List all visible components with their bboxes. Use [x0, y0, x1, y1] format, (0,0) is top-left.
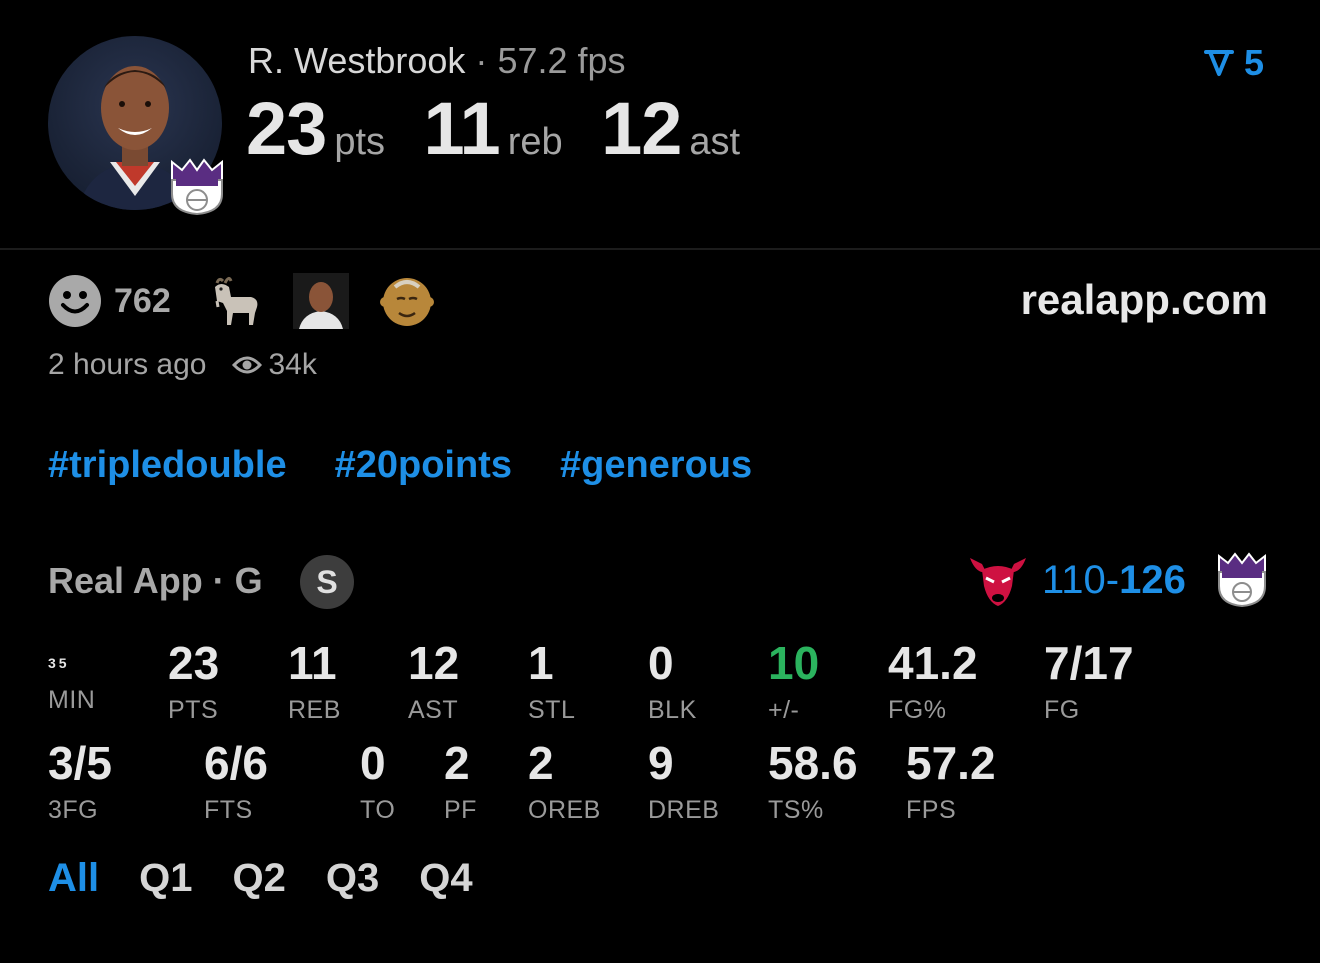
stat-fg-pct-label: FG%	[888, 696, 947, 724]
stat-oreb-label: OREB	[528, 796, 601, 824]
tab-all[interactable]: All	[48, 856, 99, 901]
stat-plus-minus-value: 10	[768, 637, 820, 689]
stat-reb-label: REB	[288, 696, 341, 724]
stat-ts-pct: 58.6 TS%	[768, 740, 858, 825]
quarter-tabs: All Q1 Q2 Q3 Q4	[48, 856, 473, 901]
chicago-bulls-logo	[970, 558, 1026, 606]
tab-q4[interactable]: Q4	[419, 856, 472, 901]
site-link[interactable]: realapp.com	[1021, 276, 1268, 324]
stat-pf: 2 PF	[444, 740, 477, 825]
tab-q3[interactable]: Q3	[326, 856, 379, 901]
stat-pts-label: PTS	[168, 696, 219, 724]
stat-pts-value: 23	[168, 637, 220, 689]
headline-reb-value: 11	[423, 87, 500, 170]
stat-fps-value: 57.2	[906, 737, 996, 789]
post-meta: 2 hours ago 34k	[48, 348, 317, 382]
stat-blk: 0 BLK	[648, 640, 697, 725]
score-dash: -	[1105, 558, 1120, 602]
post-time: 2 hours ago	[48, 348, 207, 381]
headline-pts-value: 23	[246, 87, 327, 170]
stat-pf-label: PF	[444, 796, 477, 824]
stat-pts: 23 PTS	[168, 640, 219, 725]
player-name[interactable]: R. Westbrook	[248, 40, 465, 81]
stat-fts: 6/6 FTS	[204, 740, 268, 825]
stat-to-label: TO	[360, 796, 396, 824]
stat-to: 0 TO	[360, 740, 395, 825]
source-badge[interactable]: S	[300, 555, 354, 609]
old-man-emoji[interactable]	[379, 273, 435, 329]
hashtag-generous[interactable]: #generous	[560, 444, 752, 487]
headline-pts-unit: pts	[334, 121, 386, 163]
stat-ts-pct-label: TS%	[768, 796, 824, 824]
player-fps: 57.2 fps	[497, 40, 626, 81]
stat-dreb-value: 9	[648, 737, 674, 789]
stat-3fg-label: 3FG	[48, 796, 99, 824]
separator: ·	[475, 40, 488, 81]
player-name-line: R. Westbrook · 57.2 fps	[248, 40, 626, 82]
stat-dreb: 9 DREB	[648, 740, 719, 825]
eye-icon	[232, 356, 263, 374]
stat-blk-value: 0	[648, 637, 674, 689]
stat-fg-label: FG	[1044, 696, 1080, 724]
goat-emoji[interactable]	[207, 273, 263, 329]
hashtag-20points[interactable]: #20points	[335, 444, 512, 487]
headline-ast-unit: ast	[689, 121, 741, 163]
stat-fps: 57.2 FPS	[906, 740, 996, 825]
tab-q2[interactable]: Q2	[232, 856, 285, 901]
stat-ast-label: AST	[408, 696, 459, 724]
stat-min-value: 35	[48, 655, 70, 671]
stat-blk-label: BLK	[648, 696, 697, 724]
stat-3fg: 3/5 3FG	[48, 740, 112, 825]
sacramento-kings-logo	[168, 156, 226, 216]
reactions-bar: 762	[48, 273, 465, 329]
stat-oreb-value: 2	[528, 737, 554, 789]
stat-fts-value: 6/6	[204, 737, 268, 789]
stat-fg-value: 7/17	[1044, 637, 1134, 689]
hashtag-list: #tripledouble #20points #generous	[48, 444, 752, 487]
headline-reb-unit: reb	[507, 121, 563, 163]
stat-min-label: MIN	[48, 686, 96, 714]
stat-plus-minus: 10 +/-	[768, 640, 819, 725]
stat-to-value: 0	[360, 737, 386, 789]
stat-ast-value: 12	[408, 637, 460, 689]
stat-oreb: 2 OREB	[528, 740, 601, 825]
sacramento-kings-logo-small	[1218, 552, 1266, 608]
stat-fg: 7/17 FG	[1044, 640, 1134, 725]
headline-stats: 23 pts 11 reb 12 ast	[246, 86, 774, 171]
stat-stl: 1 STL	[528, 640, 575, 725]
hashtag-tripledouble[interactable]: #tripledouble	[48, 444, 287, 487]
score-home: 126	[1119, 558, 1186, 602]
stat-stl-label: STL	[528, 696, 576, 724]
view-count: 34k	[268, 348, 317, 381]
smiley-face-icon[interactable]	[48, 274, 102, 328]
stat-reb-value: 11	[288, 637, 337, 689]
stat-dreb-label: DREB	[648, 796, 720, 824]
score-away: 110	[1042, 558, 1106, 602]
filter-button[interactable]: 5	[1204, 42, 1264, 84]
stat-min: 35 MIN	[48, 640, 95, 715]
stat-stl-value: 1	[528, 637, 554, 689]
stat-fg-pct-value: 41.2	[888, 637, 978, 689]
stat-pf-value: 2	[444, 737, 470, 789]
game-source-label: Real App · G	[48, 560, 263, 601]
tab-q1[interactable]: Q1	[139, 856, 192, 901]
player-face-sticker[interactable]	[292, 273, 349, 329]
stat-fts-label: FTS	[204, 796, 253, 824]
stat-plus-minus-label: +/-	[768, 696, 800, 724]
stat-fps-label: FPS	[906, 796, 957, 824]
stat-reb: 11 REB	[288, 640, 341, 725]
stat-ast: 12 AST	[408, 640, 459, 725]
game-score[interactable]: 110-126	[1042, 558, 1186, 603]
stat-3fg-value: 3/5	[48, 737, 112, 789]
headline-ast-value: 12	[601, 87, 682, 170]
header-divider	[0, 248, 1320, 250]
stat-ts-pct-value: 58.6	[768, 737, 858, 789]
stat-fg-pct: 41.2 FG%	[888, 640, 978, 725]
filter-icon	[1204, 50, 1234, 76]
filter-count: 5	[1244, 42, 1265, 83]
reaction-count: 762	[114, 281, 171, 320]
